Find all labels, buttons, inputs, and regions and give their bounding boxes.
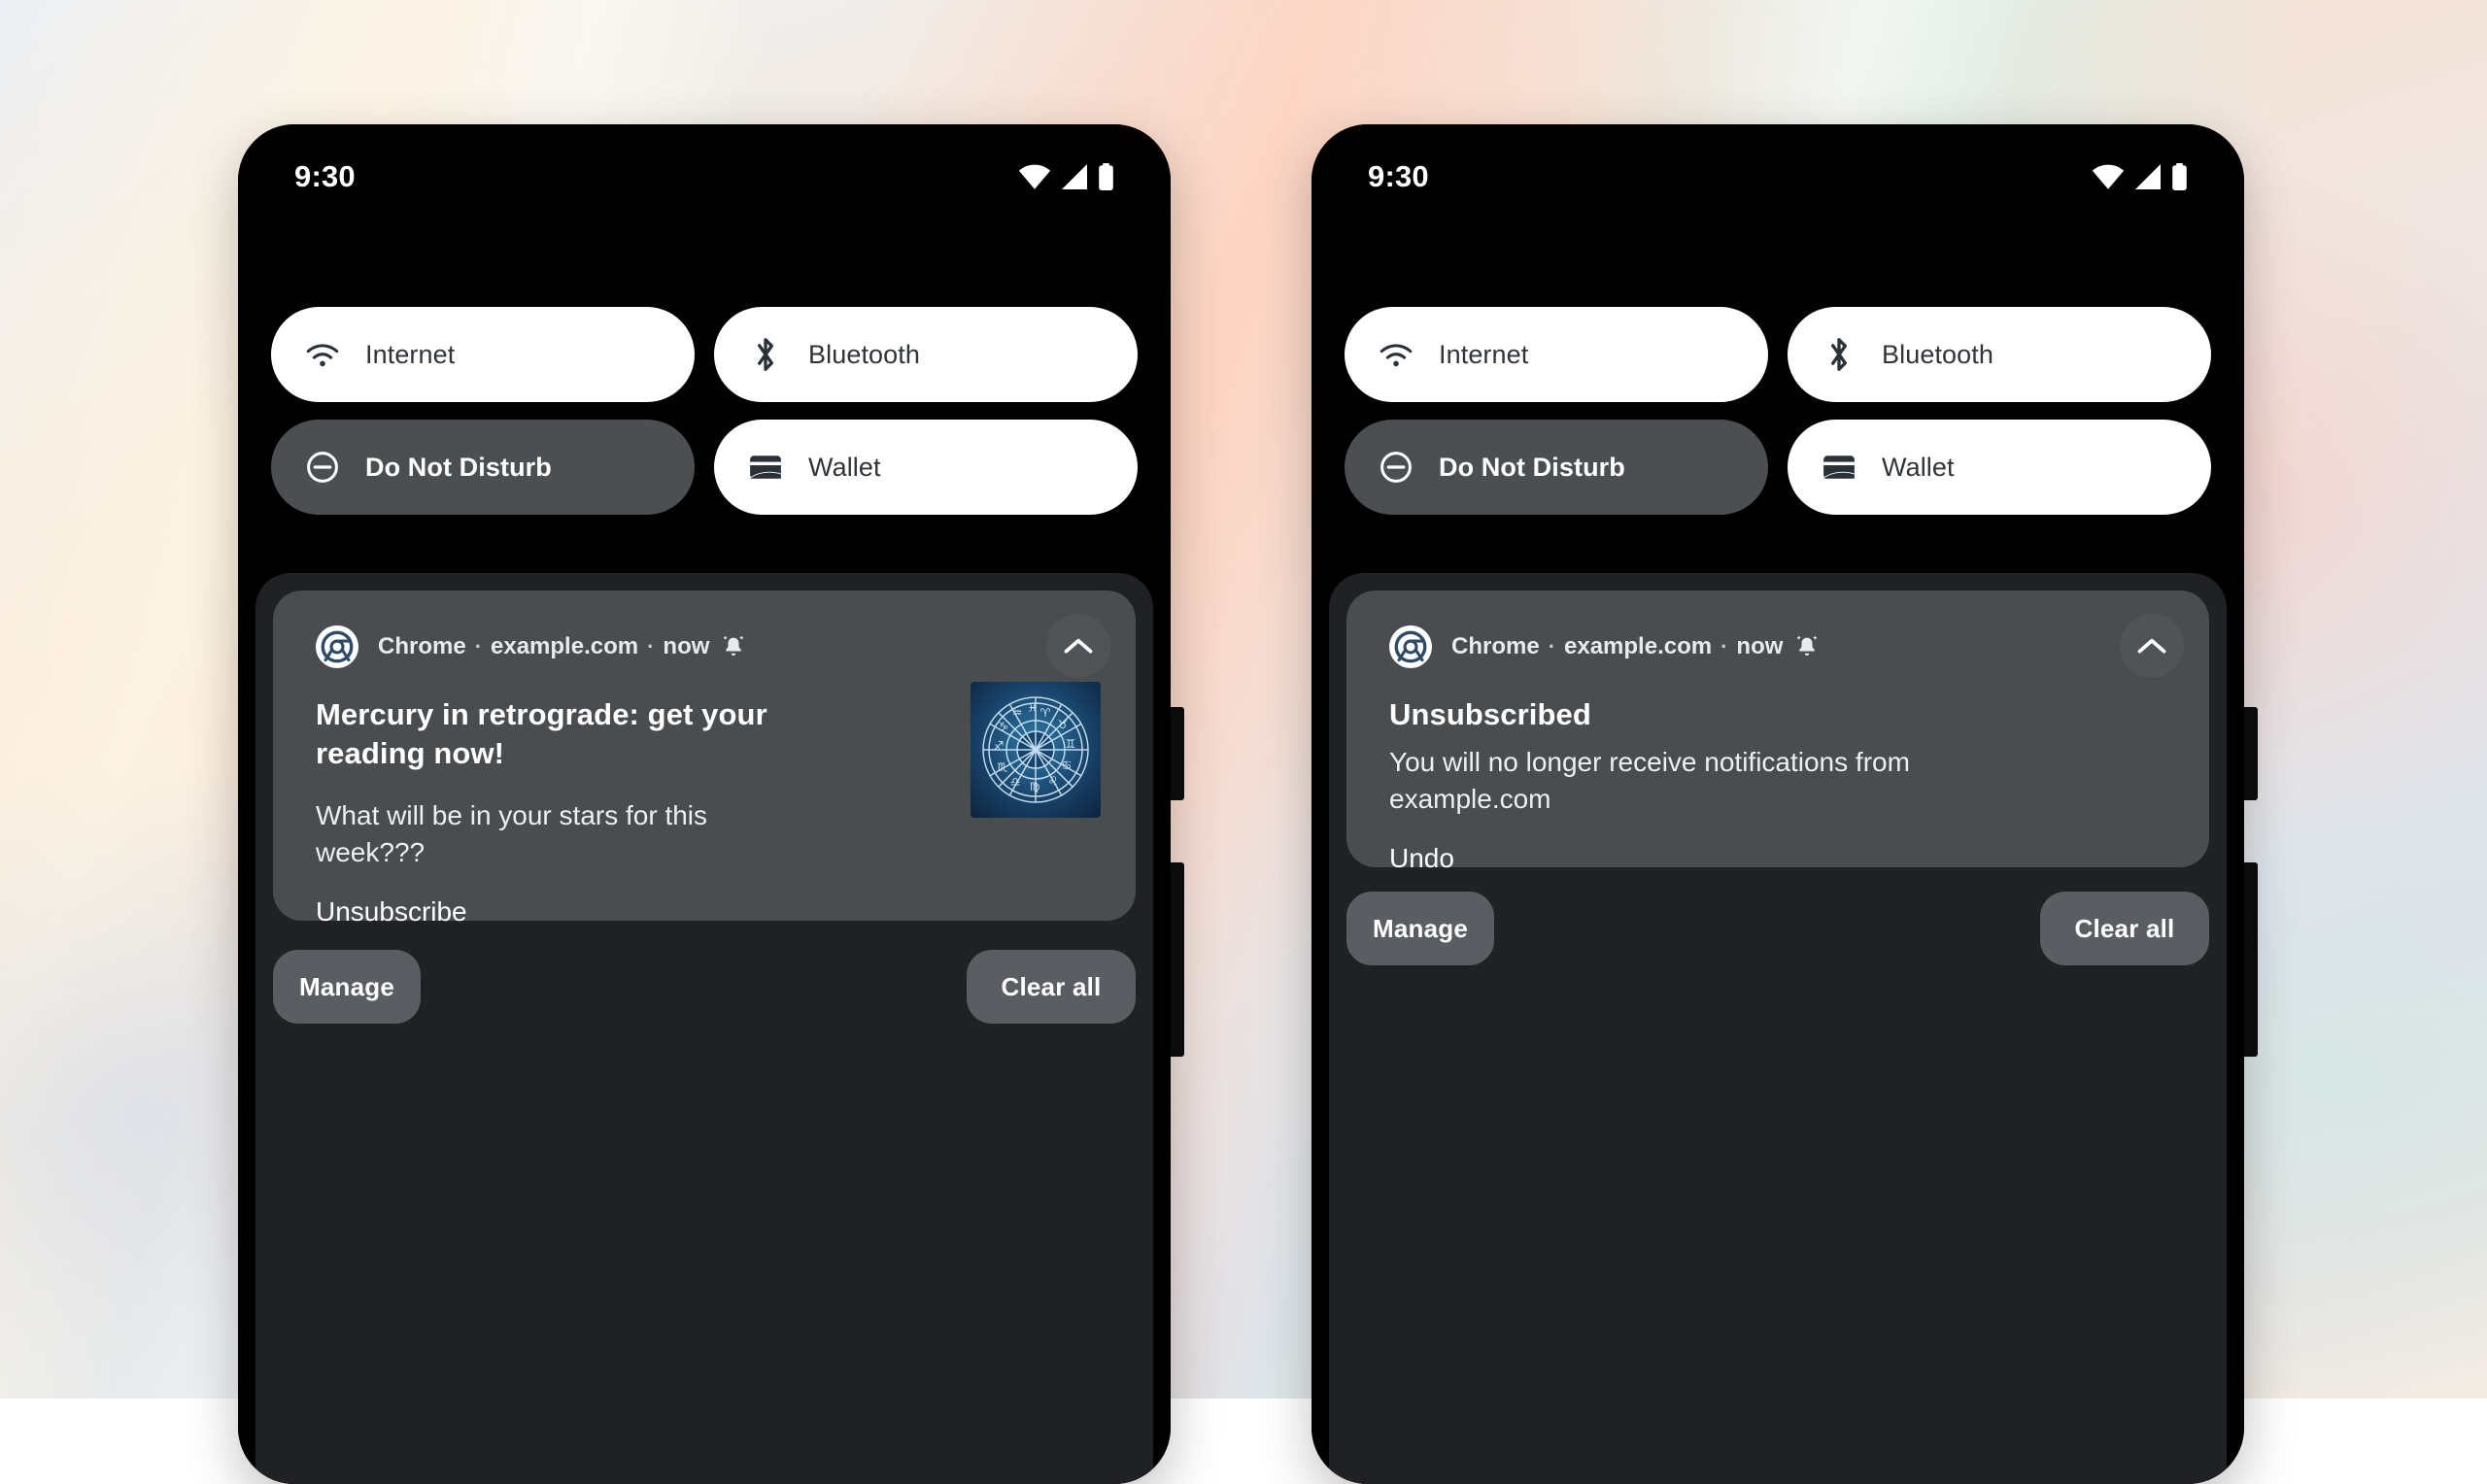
- phone-screen-right: 9:30: [1312, 124, 2244, 1484]
- do-not-disturb-icon: [1378, 450, 1414, 485]
- notification-meta-left: Chrome · example.com · now: [378, 633, 746, 660]
- tile-label-wallet: Wallet: [808, 453, 881, 483]
- chrome-icon: [316, 625, 358, 668]
- quick-settings-grid-right: Internet Bluetooth Do Not Disturb: [1345, 307, 2211, 515]
- battery-icon: [2171, 163, 2188, 190]
- notification-app-name: Chrome: [378, 633, 466, 660]
- do-not-disturb-icon: [304, 450, 341, 485]
- tile-label-internet: Internet: [1439, 340, 1528, 370]
- tile-label-bluetooth: Bluetooth: [808, 340, 920, 370]
- side-button-power-left[interactable]: [1169, 707, 1184, 800]
- phone-left: 9:30: [238, 124, 1171, 1484]
- notification-app-name: Chrome: [1451, 633, 1540, 660]
- notification-source: example.com: [1564, 633, 1712, 660]
- chevron-up-icon: [2136, 636, 2167, 656]
- clear-all-button-left[interactable]: Clear all: [967, 950, 1136, 1024]
- notification-title-left: Mercury in retrograde: get your reading …: [316, 695, 772, 772]
- meta-separator-2: ·: [1720, 634, 1727, 659]
- tile-label-wallet: Wallet: [1882, 453, 1955, 483]
- phone-right: 9:30: [1312, 124, 2244, 1484]
- cellular-signal-icon: [1060, 164, 1089, 189]
- phone-screen-left: 9:30: [238, 124, 1171, 1484]
- svg-text:♑: ♑: [999, 720, 1009, 733]
- notification-header-right: Chrome · example.com · now: [1389, 624, 2180, 670]
- ringing-bell-icon: [1794, 634, 1820, 659]
- status-clock: 9:30: [294, 159, 356, 194]
- wallet-icon: [747, 453, 784, 482]
- collapse-notification-button-right[interactable]: [2120, 614, 2184, 678]
- notification-body-right: You will no longer receive notifications…: [1389, 744, 1972, 818]
- notification-title-right: Unsubscribed: [1389, 695, 1933, 734]
- notification-time: now: [1736, 633, 1783, 660]
- clear-all-button-right[interactable]: Clear all: [2040, 892, 2209, 965]
- svg-text:♋: ♋: [1062, 759, 1073, 772]
- chevron-up-icon: [1063, 636, 1094, 656]
- meta-separator-2: ·: [647, 634, 654, 659]
- wifi-icon: [304, 341, 341, 368]
- notification-time: now: [663, 633, 709, 660]
- svg-text:♉: ♉: [1058, 718, 1069, 731]
- svg-text:♎: ♎: [1010, 775, 1021, 789]
- quick-settings-grid-left: Internet Bluetooth Do Not Disturb: [271, 307, 1138, 515]
- notification-card-left[interactable]: Chrome · example.com · now: [273, 590, 1136, 921]
- tile-do-not-disturb[interactable]: Do Not Disturb: [271, 420, 695, 515]
- tile-label-do-not-disturb: Do Not Disturb: [365, 453, 552, 483]
- status-bar-left: 9:30: [238, 124, 1171, 229]
- side-button-volume-left[interactable]: [1169, 862, 1184, 1057]
- tile-wallet[interactable]: Wallet: [1788, 420, 2211, 515]
- status-system-icons: [1018, 163, 1114, 190]
- notification-source: example.com: [491, 633, 638, 660]
- svg-text:♓: ♓: [1028, 701, 1039, 715]
- battery-icon: [1098, 163, 1114, 190]
- svg-text:♍: ♍: [1030, 780, 1040, 793]
- status-bar-right: 9:30: [1312, 124, 2244, 229]
- notification-action-undo[interactable]: Undo: [1389, 843, 1454, 874]
- svg-text:♊: ♊: [1066, 737, 1076, 751]
- tile-internet[interactable]: Internet: [1345, 307, 1768, 402]
- wifi-icon: [1378, 341, 1414, 368]
- notification-shade-left: Chrome · example.com · now: [256, 573, 1153, 1484]
- tile-label-internet: Internet: [365, 340, 455, 370]
- bluetooth-icon: [1821, 336, 1857, 373]
- wifi-icon: [1018, 164, 1051, 189]
- status-clock: 9:30: [1368, 159, 1429, 194]
- notification-action-unsubscribe[interactable]: Unsubscribe: [316, 896, 467, 928]
- notification-body-left: What will be in your stars for this week…: [316, 797, 763, 870]
- side-button-volume-right[interactable]: [2242, 862, 2258, 1057]
- wifi-icon: [2092, 164, 2125, 189]
- notification-header-left: Chrome · example.com · now: [316, 624, 1107, 670]
- bluetooth-icon: [747, 336, 784, 373]
- ringing-bell-icon: [721, 634, 746, 659]
- notification-meta-right: Chrome · example.com · now: [1451, 633, 1820, 660]
- tile-label-do-not-disturb: Do Not Disturb: [1439, 453, 1625, 483]
- notification-shade-right: Chrome · example.com · now: [1329, 573, 2227, 1484]
- manage-button-left[interactable]: Manage: [273, 950, 421, 1024]
- tile-do-not-disturb[interactable]: Do Not Disturb: [1345, 420, 1768, 515]
- manage-button-right[interactable]: Manage: [1346, 892, 1494, 965]
- svg-text:♒: ♒: [1012, 706, 1023, 720]
- zodiac-wheel-image: ♈ ♉ ♊ ♋ ♌ ♍ ♎♏ ♐ ♑ ♒ ♓: [971, 682, 1101, 818]
- tile-bluetooth[interactable]: Bluetooth: [714, 307, 1138, 402]
- cellular-signal-icon: [2133, 164, 2163, 189]
- status-system-icons: [2092, 163, 2188, 190]
- meta-separator-1: ·: [475, 634, 482, 659]
- chrome-icon: [1389, 625, 1432, 668]
- svg-text:♐: ♐: [994, 739, 1005, 753]
- tile-label-bluetooth: Bluetooth: [1882, 340, 1993, 370]
- tile-wallet[interactable]: Wallet: [714, 420, 1138, 515]
- svg-text:♌: ♌: [1048, 774, 1059, 788]
- notification-card-right[interactable]: Chrome · example.com · now: [1346, 590, 2209, 867]
- tile-internet[interactable]: Internet: [271, 307, 695, 402]
- meta-separator-1: ·: [1549, 634, 1555, 659]
- svg-text:♏: ♏: [998, 760, 1008, 774]
- tile-bluetooth[interactable]: Bluetooth: [1788, 307, 2211, 402]
- wallet-icon: [1821, 453, 1857, 482]
- side-button-power-right[interactable]: [2242, 707, 2258, 800]
- collapse-notification-button-left[interactable]: [1046, 614, 1110, 678]
- svg-text:♈: ♈: [1040, 706, 1051, 720]
